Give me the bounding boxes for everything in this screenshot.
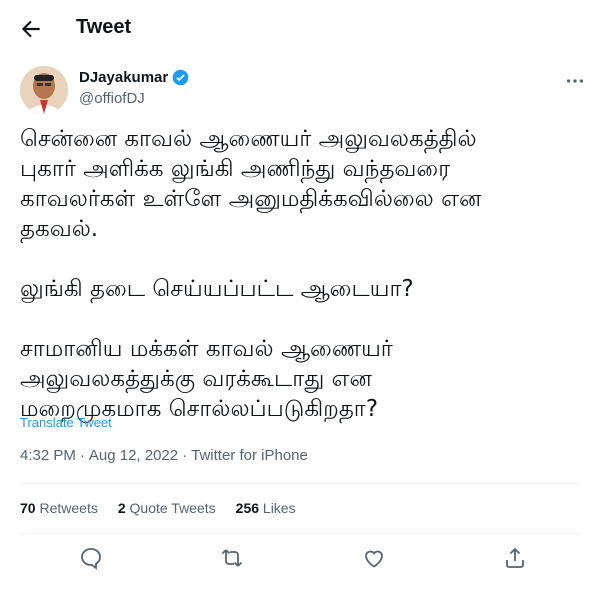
like-icon[interactable]	[362, 546, 386, 570]
author-name-row: DJayakumar	[79, 69, 189, 86]
translate-tweet-link[interactable]: Translate Tweet	[20, 415, 112, 430]
tweet-source[interactable]: Twitter for iPhone	[191, 447, 308, 464]
tweet-text: சென்னை காவல் ஆணையர் அலுவலகத்தில் புகார் …	[20, 124, 580, 424]
tweet-paragraph: சாமானிய மக்கள் காவல் ஆணையர் அலுவலகத்துக்…	[20, 336, 393, 422]
tweet-date[interactable]: Aug 12, 2022	[89, 447, 178, 464]
retweets-stat[interactable]: 70 Retweets	[20, 500, 98, 516]
separator-dot: ·	[79, 447, 85, 464]
tweet-time[interactable]: 4:32 PM	[20, 447, 76, 464]
separator-dot: ·	[182, 447, 188, 464]
verified-badge-icon	[172, 69, 189, 86]
page-title: Tweet	[76, 16, 132, 38]
more-icon[interactable]	[564, 70, 586, 92]
divider	[20, 483, 580, 484]
tweet-stats: 70 Retweets 2 Quote Tweets 256 Likes	[20, 500, 296, 516]
tweet-header: Tweet	[0, 0, 600, 57]
share-icon[interactable]	[503, 546, 527, 570]
likes-stat[interactable]: 256 Likes	[236, 500, 296, 516]
tweet-metadata: 4:32 PM · Aug 12, 2022 · Twitter for iPhone	[20, 447, 308, 464]
author-name[interactable]: DJayakumar	[79, 69, 168, 86]
avatar[interactable]	[20, 66, 68, 114]
tweet-actions	[0, 542, 600, 576]
quote-tweets-stat[interactable]: 2 Quote Tweets	[118, 500, 216, 516]
tweet-paragraph: லுங்கி தடை செய்யப்பட்ட ஆடையா?	[20, 276, 414, 302]
tweet-paragraph: சென்னை காவல் ஆணையர் அலுவலகத்தில் புகார் …	[20, 126, 482, 242]
reply-icon[interactable]	[79, 546, 103, 570]
author-handle[interactable]: @offiofDJ	[79, 90, 145, 107]
divider	[20, 533, 580, 534]
back-arrow-icon[interactable]	[18, 16, 44, 42]
retweet-icon[interactable]	[220, 546, 244, 570]
